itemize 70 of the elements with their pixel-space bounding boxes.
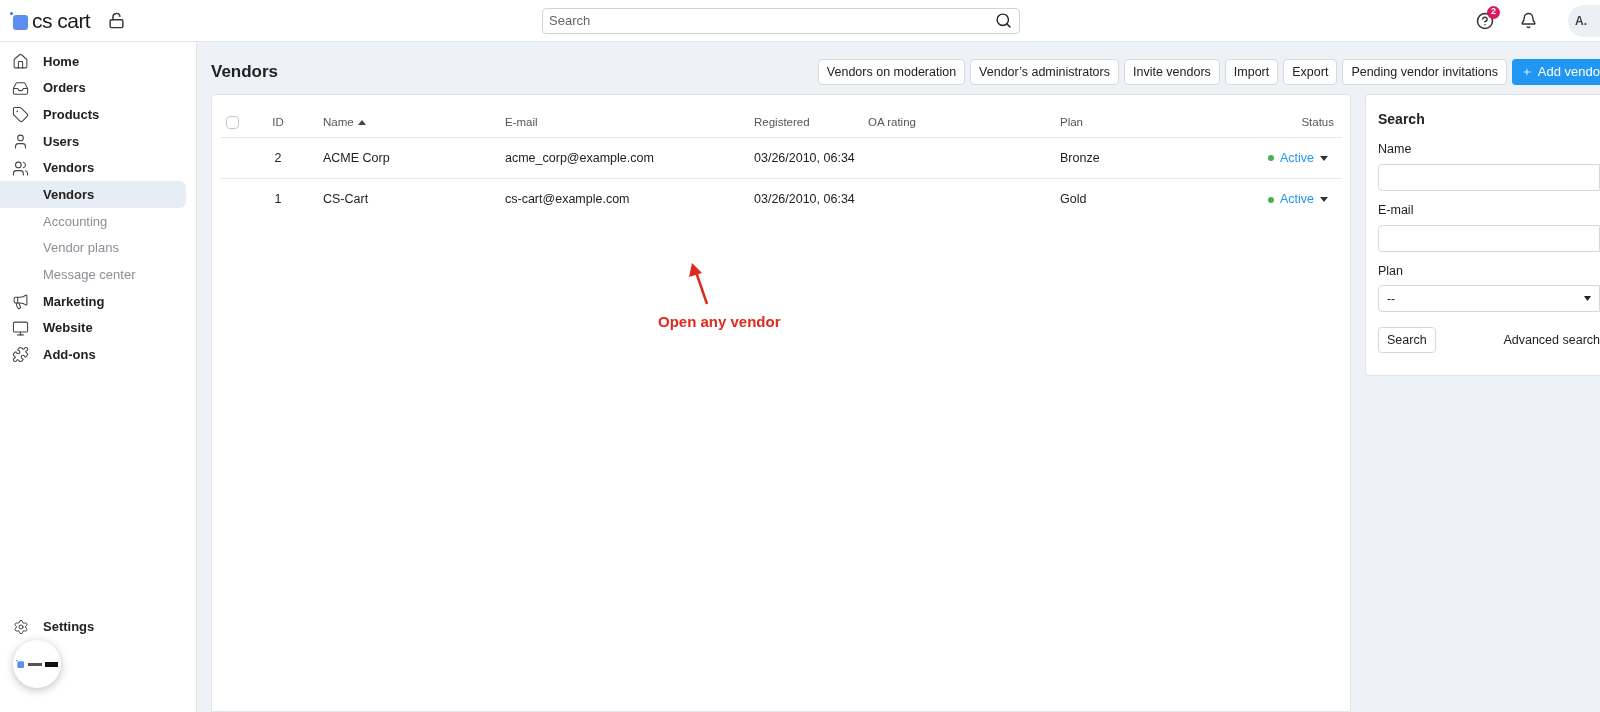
column-header[interactable]: ID (256, 113, 300, 132)
text-field[interactable] (1378, 224, 1600, 252)
table-cell-text: Bronze (1060, 149, 1101, 167)
logo-icon (10, 11, 28, 30)
sidebar-subitem[interactable]: Vendors (0, 181, 186, 209)
sidebar-item[interactable]: Products (0, 101, 186, 129)
caret-icon[interactable] (1320, 197, 1328, 202)
plan-select[interactable]: -- (1378, 285, 1600, 313)
toolbar-button[interactable]: Invite vendors (1123, 59, 1220, 85)
sidebar-item[interactable]: Orders (0, 74, 186, 102)
home-icon (12, 52, 29, 70)
sidebar-item[interactable]: Users (0, 128, 186, 155)
sidebar-item[interactable]: Add-ons (0, 341, 186, 369)
table-cell-text: 1 (273, 191, 283, 209)
toolbar-button[interactable]: Vendors on moderation (817, 59, 966, 85)
user-icon (12, 132, 29, 150)
table-cell-text: acme_corp@example.com (505, 149, 655, 167)
puzzle-icon (12, 346, 29, 364)
annotation-arrow (687, 263, 711, 305)
caret-icon[interactable] (1320, 155, 1328, 161)
column-header[interactable]: Registered (754, 113, 868, 132)
column-header[interactable]: Plan (1060, 113, 1222, 132)
advanced-search-link[interactable]: Advanced search (1503, 330, 1600, 350)
sidebar-item[interactable]: Marketing (0, 288, 186, 315)
lock-icon[interactable] (108, 12, 125, 29)
table-cell-text: 03/26/2010, 06:34 (754, 191, 856, 209)
tag-icon (12, 106, 29, 124)
settings-link[interactable]: Settings (43, 617, 95, 637)
megaphone-icon (12, 293, 29, 311)
toolbar-button[interactable]: Vendor’s administrators (970, 59, 1119, 85)
monitor-icon (12, 319, 29, 337)
table-cell-text: 2 (273, 149, 283, 167)
table-cell-text: cs-cart@example.com (505, 191, 631, 209)
search-panel-title: Search (1378, 110, 1426, 129)
search-button[interactable]: Search (1378, 327, 1436, 354)
vendor-name[interactable]: CS-Cart (300, 190, 505, 209)
notification-badge: 2 (1487, 5, 1500, 19)
field-label: E-mail (1378, 201, 1415, 219)
bell-icon[interactable] (1520, 12, 1537, 29)
wordmark-drawing (28, 661, 58, 667)
settings-icon (13, 619, 29, 635)
column-header[interactable]: Name (300, 113, 505, 132)
inbox-icon (12, 79, 29, 97)
page-title: Vendors (211, 61, 279, 84)
sidebar-item[interactable]: Home (0, 48, 186, 75)
avatar[interactable]: A. (1568, 4, 1600, 37)
table-cell-text: Gold (1060, 191, 1088, 209)
field-label: Name (1378, 141, 1413, 158)
column-header[interactable]: Status (1222, 113, 1342, 132)
text-field[interactable] (1378, 163, 1600, 191)
logo-badge[interactable] (13, 640, 61, 688)
logo-icon (16, 660, 24, 668)
toolbar-button[interactable]: Import (1224, 59, 1279, 85)
search-icon[interactable] (995, 11, 1012, 29)
column-header[interactable]: E-mail (505, 113, 754, 132)
search-field[interactable]: Search (542, 7, 1020, 34)
sidebar-item[interactable]: Website (0, 314, 186, 342)
logo-text: cs cart (32, 10, 91, 31)
column-header[interactable]: OA rating (868, 113, 1060, 132)
field-label: Plan (1378, 262, 1405, 280)
toolbar-button[interactable]: Pending vendor invitations (1342, 59, 1507, 85)
vendor-name[interactable]: ACME Corp (300, 148, 505, 168)
sidebar-item[interactable]: Vendors (0, 154, 186, 182)
sort-up-icon (357, 120, 366, 125)
annotation-text: Open any vendor (658, 312, 781, 332)
users-icon (12, 159, 29, 177)
select-all-checkbox[interactable] (226, 116, 239, 129)
toolbar-button[interactable]: Export (1283, 59, 1338, 85)
table-cell-text: 03/26/2010, 06:34 (754, 149, 856, 167)
caret-icon (1584, 296, 1591, 302)
